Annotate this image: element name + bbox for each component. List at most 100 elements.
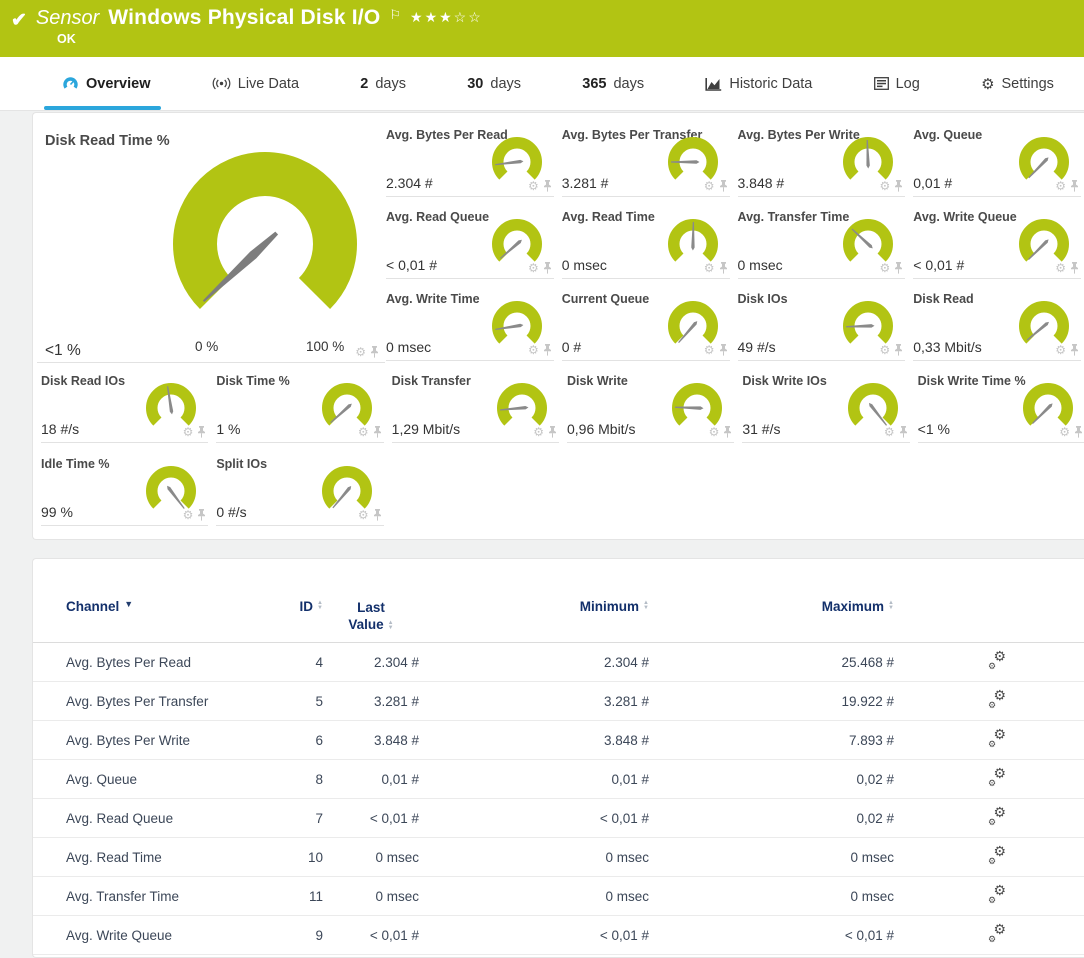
gauge-pin-icon[interactable]	[719, 262, 728, 274]
gauge-tile: Idle Time % 99 % ⚙	[41, 452, 208, 535]
gauge-pin-icon[interactable]	[899, 426, 908, 438]
gauge-settings-gear-icon[interactable]: ⚙	[358, 426, 369, 438]
gauge-pin-icon[interactable]	[1074, 426, 1083, 438]
gauge-title: Split IOs	[216, 457, 267, 471]
gauge-pin-icon[interactable]	[894, 262, 903, 274]
gauge-settings-gear-icon[interactable]: ⚙	[709, 426, 720, 438]
gauge-settings-gear-icon[interactable]: ⚙	[528, 344, 539, 356]
historic-chart-icon	[705, 77, 722, 91]
gauge-settings-gear-icon[interactable]: ⚙	[183, 509, 194, 521]
gauge-settings-gear-icon[interactable]: ⚙	[533, 426, 544, 438]
gauge-settings-gear-icon[interactable]: ⚙	[704, 180, 715, 192]
gauge-settings-gear-icon[interactable]: ⚙	[704, 344, 715, 356]
col-header-maximum[interactable]: Maximum▲▼	[649, 599, 894, 614]
gauge-settings-gear-icon[interactable]: ⚙	[528, 262, 539, 274]
channel-minimum: < 0,01 #	[419, 928, 649, 943]
gauge-pin-icon[interactable]	[719, 180, 728, 192]
channel-settings-icon[interactable]: ⚙⚙	[988, 730, 1006, 747]
tab-settings[interactable]: ⚙ Settings	[977, 57, 1058, 110]
gauge-settings-gear-icon[interactable]: ⚙	[1055, 180, 1066, 192]
col-header-minimum[interactable]: Minimum▲▼	[419, 599, 649, 614]
gauge-dial	[664, 300, 722, 348]
tab-days[interactable]: 30 days	[463, 57, 525, 110]
gauge-settings-gear-icon[interactable]: ⚙	[884, 426, 895, 438]
gauge-pin-icon[interactable]	[543, 344, 552, 356]
col-header-last-value[interactable]: LastValue▲▼	[323, 599, 419, 633]
channel-maximum: 7.893 #	[649, 733, 894, 748]
gauge-pin-icon[interactable]	[548, 426, 557, 438]
gauge-settings-gear-icon[interactable]: ⚙	[528, 180, 539, 192]
gauge-title: Avg. Write Time	[386, 292, 480, 306]
gauge-tile: Disk IOs 49 #/s ⚙	[738, 287, 906, 369]
gauge-pin-icon[interactable]	[894, 180, 903, 192]
gauge-pin-icon[interactable]	[543, 180, 552, 192]
channel-settings-icon[interactable]: ⚙⚙	[988, 691, 1006, 708]
gauge-pin-icon[interactable]	[543, 262, 552, 274]
gauge-pin-icon[interactable]	[894, 344, 903, 356]
gauge-pin-icon[interactable]	[373, 509, 382, 521]
gauge-title: Avg. Read Queue	[386, 210, 489, 224]
gauge-settings-gear-icon[interactable]: ⚙	[1055, 262, 1066, 274]
channel-settings-icon[interactable]: ⚙⚙	[988, 886, 1006, 903]
gauge-title: Disk Write Time %	[918, 374, 1026, 388]
channel-settings-icon[interactable]: ⚙⚙	[988, 652, 1006, 669]
gauge-pin-icon[interactable]	[1070, 180, 1079, 192]
gauge-pin-icon[interactable]	[723, 426, 732, 438]
channel-table-panel: Channel▼ID▲▼LastValue▲▼Minimum▲▼Maximum▲…	[32, 558, 1084, 958]
tab-overview[interactable]: Overview	[58, 57, 155, 110]
gauge-title: Disk Write	[567, 374, 628, 388]
channel-settings-icon[interactable]: ⚙⚙	[988, 769, 1006, 786]
gauge-tile: Disk Read IOs 18 #/s ⚙	[41, 369, 208, 452]
gauge-max-label: 100 %	[306, 339, 344, 354]
gauge-settings-gear-icon[interactable]: ⚙	[1055, 344, 1066, 356]
primary-gauge-dial	[165, 136, 365, 349]
gauge-pin-icon[interactable]	[1070, 262, 1079, 274]
channel-settings-icon[interactable]: ⚙⚙	[988, 808, 1006, 825]
tab-live-data[interactable]: Live Data	[208, 57, 303, 110]
gauge-settings-gear-icon[interactable]: ⚙	[183, 426, 194, 438]
tab-days[interactable]: 2 days	[356, 57, 410, 110]
gauge-title: Idle Time %	[41, 457, 110, 471]
tab-days[interactable]: 365 days	[578, 57, 648, 110]
channel-minimum: 0,01 #	[419, 772, 649, 787]
gauge-pin-icon[interactable]	[197, 509, 206, 521]
channel-last-value: 3.281 #	[323, 694, 419, 709]
channel-maximum: 25.468 #	[649, 655, 894, 670]
gauge-pin-icon[interactable]	[197, 426, 206, 438]
gauge-value: 3.281 #	[562, 175, 609, 191]
gauge-pin-icon[interactable]	[1070, 344, 1079, 356]
channel-maximum: 19.922 #	[649, 694, 894, 709]
gauge-pin-icon[interactable]	[719, 344, 728, 356]
gauge-min-label: 0 %	[195, 339, 218, 354]
col-header-id[interactable]: ID▲▼	[266, 599, 323, 614]
gauge-pin-icon[interactable]	[373, 426, 382, 438]
channel-settings-icon[interactable]: ⚙⚙	[988, 925, 1006, 942]
channel-id: 4	[266, 655, 323, 670]
gauge-dial	[839, 136, 897, 184]
channel-id: 9	[266, 928, 323, 943]
gauge-tile: Split IOs 0 #/s ⚙	[216, 452, 383, 535]
channel-name: Avg. Bytes Per Write	[66, 733, 266, 748]
gauge-settings-gear-icon[interactable]: ⚙	[358, 509, 369, 521]
gauge-value: 0,01 #	[913, 175, 952, 191]
channel-name: Avg. Write Queue	[66, 928, 266, 943]
priority-stars[interactable]: ★★★☆☆	[410, 9, 483, 26]
object-kind-label: Sensor	[36, 7, 99, 30]
gauge-settings-gear-icon[interactable]: ⚙	[879, 262, 890, 274]
gauge-pin-icon[interactable]	[370, 346, 379, 358]
channel-settings-icon[interactable]: ⚙⚙	[988, 847, 1006, 864]
tab-log[interactable]: Log	[870, 57, 924, 110]
sensor-title-row: ✔ Sensor Windows Physical Disk I/O ⚐ ★★★…	[0, 0, 1084, 32]
gauge-dial	[318, 465, 376, 513]
channel-name: Avg. Bytes Per Read	[66, 655, 266, 670]
gauge-dial	[488, 218, 546, 266]
gauge-settings-gear-icon[interactable]: ⚙	[704, 262, 715, 274]
priority-flag-icon[interactable]: ⚐	[389, 7, 401, 23]
gauge-settings-gear-icon[interactable]: ⚙	[879, 344, 890, 356]
gauge-settings-gear-icon[interactable]: ⚙	[879, 180, 890, 192]
tab-historic-data[interactable]: Historic Data	[701, 57, 816, 110]
gauge-settings-gear-icon[interactable]: ⚙	[1059, 426, 1070, 438]
channel-id: 5	[266, 694, 323, 709]
col-header-channel[interactable]: Channel▼	[66, 599, 266, 614]
gauge-settings-gear-icon[interactable]: ⚙	[355, 346, 366, 358]
